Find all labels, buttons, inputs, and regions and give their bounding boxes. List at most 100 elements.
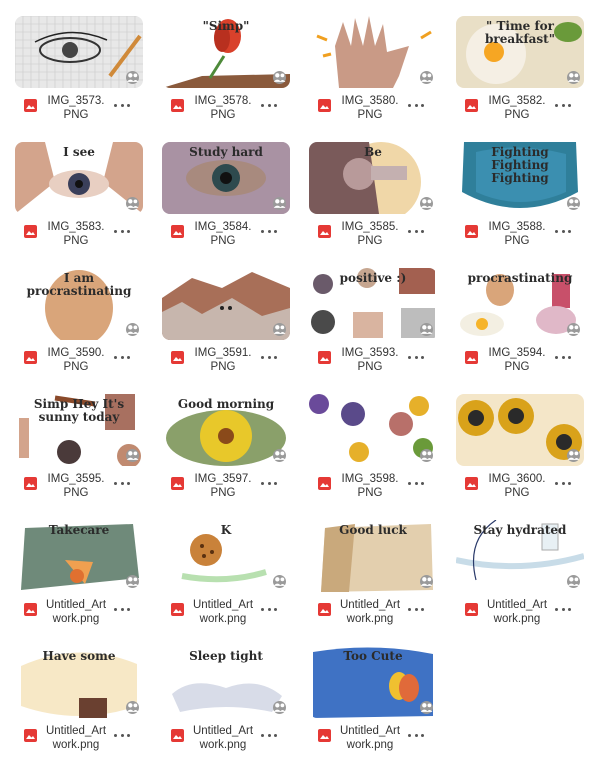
thumbnail-caption: I see bbox=[63, 146, 95, 159]
file-tile[interactable]: Good morning IMG_3597.PNG bbox=[162, 394, 290, 514]
file-name[interactable]: Untitled_Artwork.png bbox=[339, 598, 401, 626]
file-name[interactable]: IMG_3584.PNG bbox=[192, 220, 254, 248]
file-thumbnail[interactable]: "Simp" bbox=[162, 16, 290, 88]
shared-people-icon bbox=[126, 323, 139, 336]
file-name[interactable]: IMG_3593.PNG bbox=[339, 346, 401, 374]
file-thumbnail[interactable]: I am procrastinating bbox=[15, 268, 143, 340]
file-thumbnail[interactable]: Have some bbox=[15, 646, 143, 718]
file-thumbnail[interactable]: Good morning bbox=[162, 394, 290, 466]
file-name[interactable]: Untitled_Artwork.png bbox=[192, 724, 254, 752]
file-tile[interactable]: IMG_3580.PNG bbox=[309, 16, 437, 136]
file-name[interactable]: IMG_3573.PNG bbox=[45, 94, 107, 122]
file-meta: Untitled_Artwork.png bbox=[309, 724, 437, 763]
shared-people-icon bbox=[567, 323, 580, 336]
more-options-icon[interactable] bbox=[405, 728, 427, 742]
file-tile[interactable]: Be IMG_3585.PNG bbox=[309, 142, 437, 262]
more-options-icon[interactable] bbox=[111, 224, 133, 238]
file-name[interactable]: Untitled_Artwork.png bbox=[192, 598, 254, 626]
file-tile[interactable]: K Untitled_Artwork.png bbox=[162, 520, 290, 640]
file-meta: IMG_3594.PNG bbox=[456, 346, 584, 386]
more-options-icon[interactable] bbox=[258, 728, 280, 742]
shared-people-icon bbox=[273, 449, 286, 462]
file-tile[interactable]: positive :) IMG_3593.PNG bbox=[309, 268, 437, 388]
file-tile[interactable]: Have some Untitled_Artwork.png bbox=[15, 646, 143, 763]
more-options-icon[interactable] bbox=[111, 350, 133, 364]
file-tile[interactable]: Stay hydrated Untitled_Artwork.png bbox=[456, 520, 584, 640]
file-name[interactable]: IMG_3585.PNG bbox=[339, 220, 401, 248]
file-thumbnail[interactable]: Good luck bbox=[309, 520, 437, 592]
file-name[interactable]: IMG_3583.PNG bbox=[45, 220, 107, 248]
more-options-icon[interactable] bbox=[405, 350, 427, 364]
file-name[interactable]: IMG_3594.PNG bbox=[486, 346, 548, 374]
more-options-icon[interactable] bbox=[111, 602, 133, 616]
more-options-icon[interactable] bbox=[258, 224, 280, 238]
file-thumbnail[interactable]: Too Cute bbox=[309, 646, 437, 718]
file-tile[interactable]: Sleep tight Untitled_Artwork.png bbox=[162, 646, 290, 763]
file-thumbnail[interactable]: procrastinating bbox=[456, 268, 584, 340]
file-thumbnail[interactable]: positive :) bbox=[309, 268, 437, 340]
more-options-icon[interactable] bbox=[258, 350, 280, 364]
file-thumbnail[interactable]: Study hard bbox=[162, 142, 290, 214]
file-thumbnail[interactable]: Fighting Fighting Fighting bbox=[456, 142, 584, 214]
file-tile[interactable]: Good luck Untitled_Artwork.png bbox=[309, 520, 437, 640]
more-options-icon[interactable] bbox=[258, 98, 280, 112]
file-tile[interactable]: Fighting Fighting Fighting IMG_3588.PNG bbox=[456, 142, 584, 262]
file-tile[interactable]: procrastinating IMG_3594.PNG bbox=[456, 268, 584, 388]
more-options-icon[interactable] bbox=[111, 476, 133, 490]
file-thumbnail[interactable]: I see bbox=[15, 142, 143, 214]
file-tile[interactable]: " Time for breakfast" IMG_3582.PNG bbox=[456, 16, 584, 136]
file-thumbnail[interactable]: Stay hydrated bbox=[456, 520, 584, 592]
file-name[interactable]: Untitled_Artwork.png bbox=[486, 598, 548, 626]
shared-people-icon bbox=[420, 575, 433, 588]
file-name[interactable]: IMG_3597.PNG bbox=[192, 472, 254, 500]
file-thumbnail[interactable] bbox=[162, 268, 290, 340]
file-tile[interactable]: IMG_3598.PNG bbox=[309, 394, 437, 514]
file-name[interactable]: IMG_3580.PNG bbox=[339, 94, 401, 122]
file-name[interactable]: Untitled_Artwork.png bbox=[339, 724, 401, 752]
file-tile[interactable]: Too Cute Untitled_Artwork.png bbox=[309, 646, 437, 763]
file-name[interactable]: IMG_3590.PNG bbox=[45, 346, 107, 374]
more-options-icon[interactable] bbox=[552, 350, 574, 364]
file-thumbnail[interactable]: Be bbox=[309, 142, 437, 214]
file-thumbnail[interactable] bbox=[456, 394, 584, 466]
file-tile[interactable]: Takecare Untitled_Artwork.png bbox=[15, 520, 143, 640]
file-tile[interactable]: Study hard IMG_3584.PNG bbox=[162, 142, 290, 262]
file-tile[interactable]: "Simp" IMG_3578.PNG bbox=[162, 16, 290, 136]
file-thumbnail[interactable]: Takecare bbox=[15, 520, 143, 592]
more-options-icon[interactable] bbox=[405, 476, 427, 490]
file-thumbnail[interactable] bbox=[15, 16, 143, 88]
file-thumbnail[interactable]: Sleep tight bbox=[162, 646, 290, 718]
file-name[interactable]: IMG_3598.PNG bbox=[339, 472, 401, 500]
file-name[interactable]: IMG_3578.PNG bbox=[192, 94, 254, 122]
file-tile[interactable]: IMG_3600.PNG bbox=[456, 394, 584, 514]
file-name[interactable]: IMG_3591.PNG bbox=[192, 346, 254, 374]
file-thumbnail[interactable] bbox=[309, 394, 437, 466]
more-options-icon[interactable] bbox=[552, 224, 574, 238]
more-options-icon[interactable] bbox=[258, 476, 280, 490]
file-name[interactable]: IMG_3588.PNG bbox=[486, 220, 548, 248]
more-options-icon[interactable] bbox=[111, 98, 133, 112]
more-options-icon[interactable] bbox=[552, 98, 574, 112]
file-thumbnail[interactable]: Simp Hey It's sunny today bbox=[15, 394, 143, 466]
file-tile[interactable]: IMG_3591.PNG bbox=[162, 268, 290, 388]
more-options-icon[interactable] bbox=[405, 224, 427, 238]
file-tile[interactable]: IMG_3573.PNG bbox=[15, 16, 143, 136]
file-thumbnail[interactable]: " Time for breakfast" bbox=[456, 16, 584, 88]
image-file-icon bbox=[318, 477, 331, 490]
file-thumbnail[interactable]: K bbox=[162, 520, 290, 592]
more-options-icon[interactable] bbox=[552, 476, 574, 490]
file-name[interactable]: IMG_3595.PNG bbox=[45, 472, 107, 500]
more-options-icon[interactable] bbox=[405, 602, 427, 616]
file-name[interactable]: Untitled_Artwork.png bbox=[45, 724, 107, 752]
more-options-icon[interactable] bbox=[111, 728, 133, 742]
file-thumbnail[interactable] bbox=[309, 16, 437, 88]
file-name[interactable]: Untitled_Artwork.png bbox=[45, 598, 107, 626]
file-tile[interactable]: I see IMG_3583.PNG bbox=[15, 142, 143, 262]
file-name[interactable]: IMG_3600.PNG bbox=[486, 472, 548, 500]
more-options-icon[interactable] bbox=[552, 602, 574, 616]
more-options-icon[interactable] bbox=[258, 602, 280, 616]
file-tile[interactable]: Simp Hey It's sunny today IMG_3595.PNG bbox=[15, 394, 143, 514]
file-name[interactable]: IMG_3582.PNG bbox=[486, 94, 548, 122]
more-options-icon[interactable] bbox=[405, 98, 427, 112]
file-tile[interactable]: I am procrastinating IMG_3590.PNG bbox=[15, 268, 143, 388]
